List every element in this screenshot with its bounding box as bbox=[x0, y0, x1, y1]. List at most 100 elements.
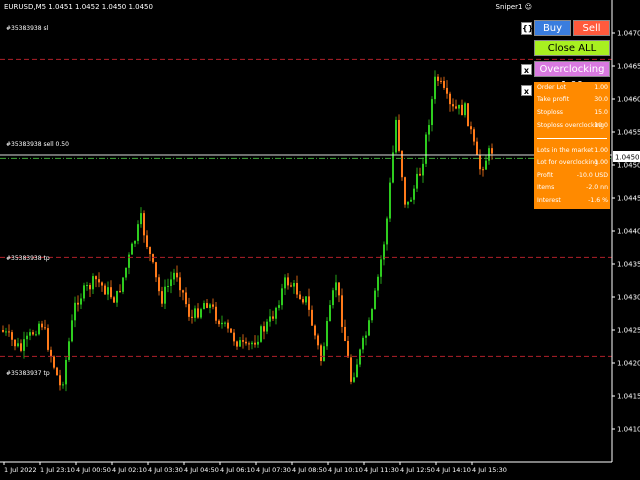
candle-body bbox=[410, 199, 412, 202]
sl-level-label: #35383938 sl bbox=[6, 25, 49, 32]
candle-body bbox=[245, 341, 247, 344]
close-panel-icon[interactable]: x bbox=[521, 85, 532, 96]
candle-body bbox=[326, 321, 328, 347]
lots-market-row: Lots in the market 1.00 bbox=[537, 147, 608, 154]
close-x-icon[interactable]: x bbox=[521, 64, 532, 75]
smiley-icon: ☺ bbox=[524, 3, 532, 11]
candle-body bbox=[236, 341, 238, 347]
candle-body bbox=[38, 323, 40, 335]
time-tick-label: 1 Jul 2022 bbox=[4, 466, 37, 474]
candle-body bbox=[185, 292, 187, 305]
candle-body bbox=[230, 328, 232, 333]
candle-body bbox=[23, 339, 25, 351]
candle-body bbox=[29, 332, 31, 336]
time-tick-label: 4 Jul 03:30 bbox=[148, 466, 183, 474]
candle-body bbox=[278, 305, 280, 308]
candle-body bbox=[203, 303, 205, 310]
candle-body bbox=[413, 188, 415, 200]
candle-body bbox=[422, 163, 424, 176]
candle-body bbox=[482, 169, 484, 171]
candle-body bbox=[146, 235, 148, 248]
candle-body bbox=[14, 339, 16, 347]
candle-body bbox=[434, 76, 436, 100]
candle-body bbox=[473, 129, 475, 142]
price-tick-label: 1.0420 bbox=[617, 360, 640, 368]
time-tick-label: 4 Jul 12:50 bbox=[400, 466, 435, 474]
candle-body bbox=[242, 340, 244, 342]
candle-body bbox=[155, 262, 157, 278]
candle-body bbox=[425, 134, 427, 164]
candle-body bbox=[209, 304, 211, 308]
time-tick-label: 4 Jul 04:50 bbox=[184, 466, 219, 474]
candle-body bbox=[137, 224, 139, 241]
candle-body bbox=[20, 343, 22, 351]
candle-body bbox=[272, 316, 274, 319]
candle-body bbox=[452, 104, 454, 107]
candle-body bbox=[176, 272, 178, 278]
buy-button[interactable]: Buy 1.00 bbox=[534, 20, 571, 50]
candle-body bbox=[215, 306, 217, 321]
price-tick-label: 1.0450 bbox=[617, 162, 640, 170]
candle-body bbox=[407, 201, 409, 205]
candle-body bbox=[50, 349, 52, 357]
candle-body bbox=[449, 93, 451, 105]
candle-body bbox=[173, 272, 175, 280]
candle-body bbox=[95, 276, 97, 280]
candle-body bbox=[221, 322, 223, 325]
candle-body bbox=[344, 326, 346, 341]
candle-body bbox=[356, 364, 358, 378]
candle-body bbox=[92, 276, 94, 290]
candle-body bbox=[11, 332, 13, 340]
candle-body bbox=[476, 141, 478, 156]
candle-body bbox=[458, 104, 460, 109]
candle-body bbox=[455, 106, 457, 109]
price-tick-label: 1.0415 bbox=[617, 393, 640, 401]
candle-body bbox=[239, 340, 241, 347]
candle-body bbox=[317, 335, 319, 346]
price-tick-label: 1.0465 bbox=[617, 63, 640, 71]
sell-button[interactable]: Sell 1.00 bbox=[573, 20, 610, 50]
ea-name: Sniper1 bbox=[495, 3, 523, 11]
candle-body bbox=[371, 309, 373, 321]
candle-body bbox=[119, 290, 121, 292]
candle-body bbox=[125, 267, 127, 278]
candle-body bbox=[158, 277, 160, 292]
candle-body bbox=[314, 325, 316, 336]
candle-body bbox=[149, 247, 151, 255]
candle-body bbox=[107, 287, 109, 295]
candle-body bbox=[206, 303, 208, 308]
candle-body bbox=[98, 279, 100, 283]
brackets-icon[interactable]: {} bbox=[521, 22, 533, 35]
candle-body bbox=[296, 282, 298, 295]
candle-body bbox=[197, 308, 199, 318]
candle-body bbox=[362, 337, 364, 350]
candle-body bbox=[275, 307, 277, 319]
candle-body bbox=[353, 377, 355, 382]
candle-body bbox=[116, 290, 118, 303]
candle-body bbox=[44, 327, 46, 329]
candle-body bbox=[446, 87, 448, 94]
candle-body bbox=[341, 295, 343, 327]
candle-body bbox=[122, 277, 124, 292]
candle-body bbox=[404, 177, 406, 205]
candle-body bbox=[218, 320, 220, 325]
candle-body bbox=[224, 322, 226, 324]
candle-body bbox=[167, 285, 169, 287]
candle-body bbox=[104, 285, 106, 295]
candle-body bbox=[338, 282, 340, 296]
candle-body bbox=[392, 152, 394, 183]
time-tick-label: 4 Jul 00:50 bbox=[76, 466, 111, 474]
price-tick-label: 1.0430 bbox=[617, 294, 640, 302]
candle-body bbox=[380, 259, 382, 277]
candle-body bbox=[152, 254, 154, 263]
price-tick-label: 1.0455 bbox=[617, 129, 640, 137]
overclocking-button[interactable]: Overclocking 1.00 bbox=[534, 61, 610, 91]
time-axis: 1 Jul 2022 1 Jul 23:10 4 Jul 00:50 4 Jul 02… bbox=[3, 462, 507, 474]
candle-body bbox=[17, 343, 19, 347]
lot-overclocking-row: Lot for overclocking 1.00 bbox=[537, 159, 608, 166]
candle-body bbox=[113, 297, 115, 303]
candle-body bbox=[320, 345, 322, 361]
close-all-button[interactable]: Close ALL bbox=[534, 40, 610, 56]
candle-body bbox=[191, 316, 193, 318]
time-tick-label: 4 Jul 08:50 bbox=[292, 466, 327, 474]
